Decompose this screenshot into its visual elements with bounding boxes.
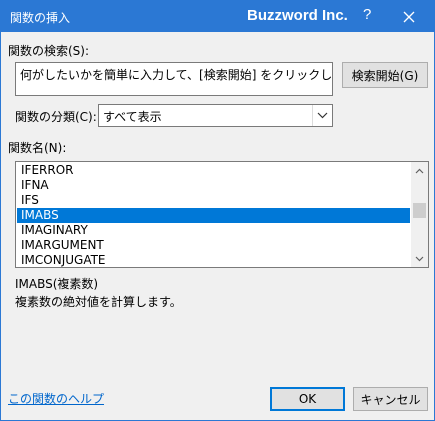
help-button[interactable]: ? [363, 6, 371, 23]
search-start-button[interactable]: 検索開始(G) [342, 62, 428, 88]
list-item[interactable]: IFS [17, 193, 410, 208]
cancel-button[interactable]: キャンセル [353, 387, 428, 411]
insert-function-dialog: 関数の挿入 Buzzword Inc. ? 関数の検索(S): 何がしたいかを簡… [0, 0, 435, 421]
list-item[interactable]: IMARGUMENT [17, 238, 410, 253]
list-scrollbar[interactable] [411, 162, 428, 267]
list-item[interactable]: IFNA [17, 178, 410, 193]
function-description: 複素数の絶対値を計算します。 [15, 295, 182, 309]
chevron-down-icon [415, 256, 424, 261]
search-input[interactable]: 何がしたいかを簡単に入力して、[検索開始] をクリックしてください。 [15, 62, 333, 96]
function-help-link[interactable]: この関数のヘルプ [8, 390, 104, 407]
ok-button[interactable]: OK [270, 387, 345, 411]
category-dropdown-button[interactable] [312, 105, 332, 126]
title-bar[interactable]: 関数の挿入 Buzzword Inc. ? [1, 1, 434, 32]
scroll-down-button[interactable] [411, 250, 428, 267]
function-name-label: 関数名(N): [8, 141, 67, 155]
search-label: 関数の検索(S): [8, 44, 90, 58]
chevron-down-icon [317, 112, 328, 119]
category-selected-value: すべて表示 [103, 110, 162, 124]
chevron-up-icon [415, 168, 424, 173]
dialog-title: 関数の挿入 [10, 11, 71, 25]
list-item[interactable]: IMCONJUGATE [17, 253, 410, 267]
category-select[interactable]: すべて表示 [98, 104, 333, 127]
list-item-selected[interactable]: IMABS [17, 208, 410, 223]
company-name: Buzzword Inc. [247, 7, 348, 24]
list-item[interactable]: IMAGINARY [17, 223, 410, 238]
scroll-thumb[interactable] [413, 203, 426, 218]
list-item[interactable]: IFERROR [17, 163, 410, 178]
function-list[interactable]: IFERROR IFNA IFS IMABS IMAGINARY IMARGUM… [15, 161, 429, 268]
close-button[interactable] [399, 7, 419, 27]
function-signature: IMABS(複素数) [15, 277, 99, 291]
scroll-up-button[interactable] [411, 162, 428, 179]
close-icon [403, 11, 415, 23]
category-label: 関数の分類(C): [15, 110, 97, 124]
